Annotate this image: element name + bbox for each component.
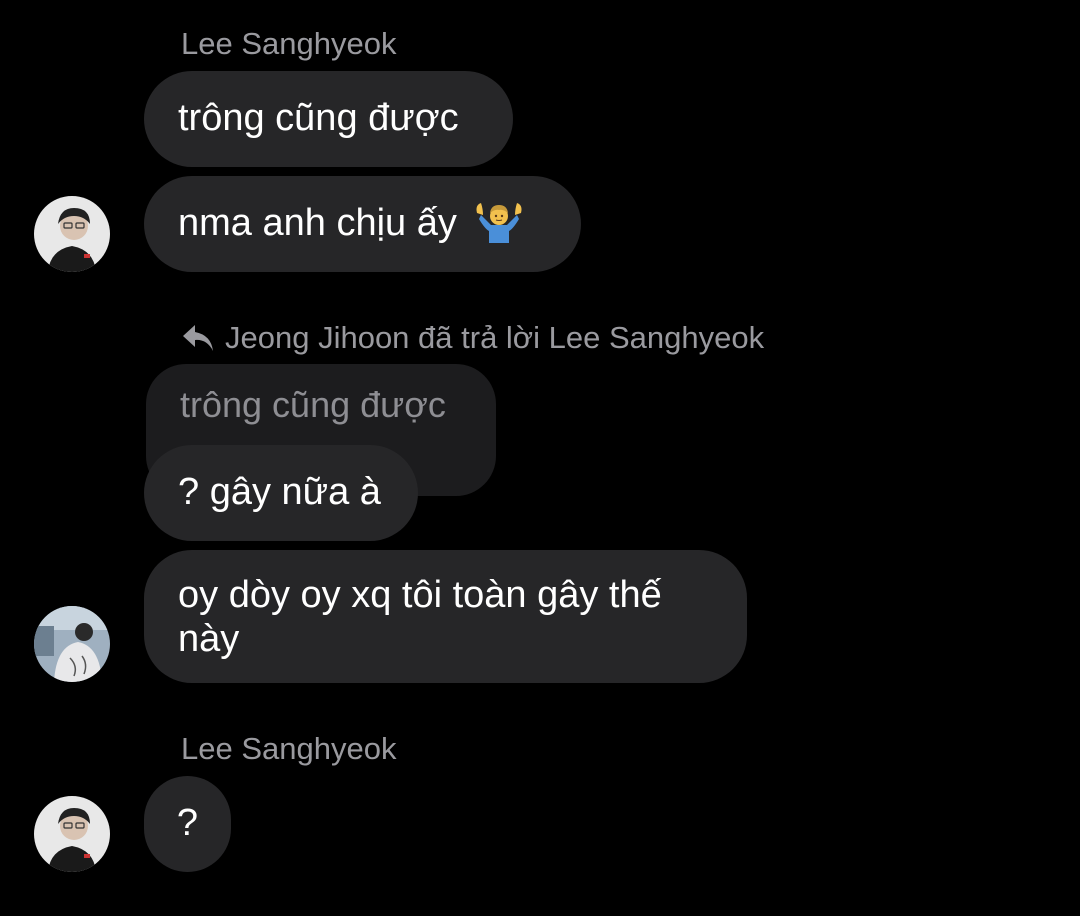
message-text-line-2: này — [178, 618, 240, 660]
message-bubble[interactable]: trông cũng được — [144, 71, 513, 167]
reply-arrow-icon — [183, 325, 213, 351]
person-shrugging-emoji — [473, 199, 525, 243]
quoted-message-text: trông cũng được — [180, 384, 446, 425]
message-bubble[interactable]: ? gây nữa à — [144, 445, 418, 541]
message-text: ? gây nữa à — [178, 471, 381, 513]
message-bubble[interactable]: ? — [144, 776, 231, 872]
avatar-lee-sanghyeok[interactable] — [34, 196, 110, 272]
avatar-lee-sanghyeok[interactable] — [34, 796, 110, 872]
sender-name-lee-sanghyeok: Lee Sanghyeok — [181, 26, 397, 61]
message-text-line-1: oy dòy oy xq tôi toàn gây thế — [178, 574, 662, 616]
sender-name-lee-sanghyeok: Lee Sanghyeok — [181, 731, 397, 766]
message-bubble[interactable]: oy dòy oy xq tôi toàn gây thế này — [144, 550, 747, 683]
message-text: ? — [176, 802, 199, 844]
message-text: nma anh chịu ấy — [178, 202, 457, 244]
reply-header-text: Jeong Jihoon đã trả lời Lee Sanghyeok — [225, 320, 765, 355]
message-text: trông cũng được — [178, 97, 459, 139]
avatar-jeong-jihoon[interactable] — [34, 606, 110, 682]
reply-header: Jeong Jihoon đã trả lời Lee Sanghyeok — [181, 318, 764, 358]
message-bubble[interactable]: nma anh chịu ấy — [144, 176, 581, 272]
